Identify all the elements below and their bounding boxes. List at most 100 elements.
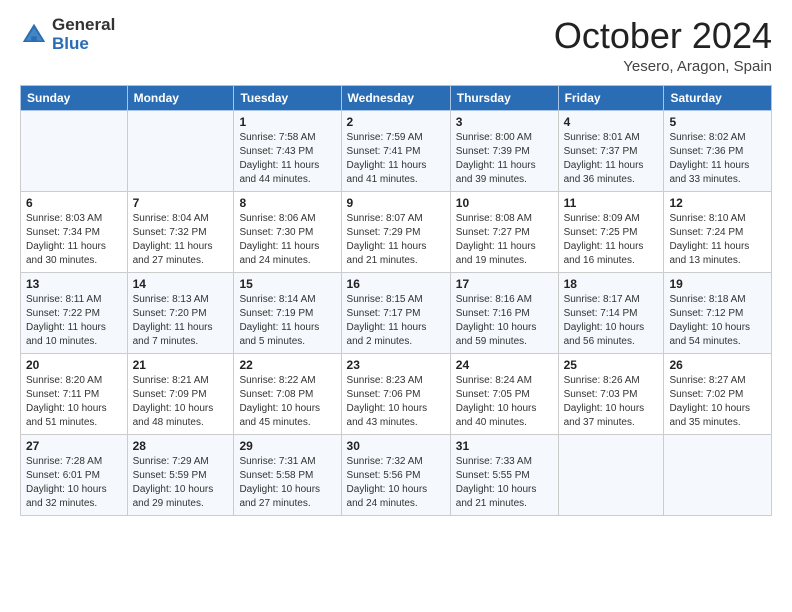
- calendar-cell: 21 Sunrise: 8:21 AM Sunset: 7:09 PM Dayli…: [127, 353, 234, 434]
- cell-day-number: 19: [669, 277, 766, 291]
- cell-day-number: 16: [347, 277, 445, 291]
- calendar-cell: 31 Sunrise: 7:33 AM Sunset: 5:55 PM Dayli…: [450, 434, 558, 515]
- cell-day-number: 14: [133, 277, 229, 291]
- calendar-cell: 28Sunrise: 7:29 AM Sunset: 5:59 PM Dayli…: [127, 434, 234, 515]
- calendar-cell: 30Sunrise: 7:32 AM Sunset: 5:56 PM Dayli…: [341, 434, 450, 515]
- calendar-cell: 29 Sunrise: 7:31 AM Sunset: 5:58 PM Dayli…: [234, 434, 341, 515]
- cell-day-number: 25: [564, 358, 659, 372]
- weekday-header-cell: Thursday: [450, 85, 558, 110]
- cell-day-number: 9: [347, 196, 445, 210]
- cell-info-text: Sunrise: 8:07 AM Sunset: 7:29 PM Dayligh…: [347, 212, 445, 268]
- cell-info-text: Sunrise: 8:09 AM Sunset: 7:25 PM Dayligh…: [564, 212, 659, 268]
- calendar-body: 1Sunrise: 7:58 AM Sunset: 7:43 PM Daylig…: [21, 110, 772, 515]
- cell-info-text: Sunrise: 7:28 AM Sunset: 6:01 PM Dayligh…: [26, 455, 122, 511]
- cell-info-text: Sunrise: 8:23 AM Sunset: 7:06 PM Dayligh…: [347, 374, 445, 430]
- cell-day-number: 17: [456, 277, 553, 291]
- calendar-cell: 12 Sunrise: 8:10 AM Sunset: 7:24 PM Dayli…: [664, 191, 772, 272]
- cell-day-number: 5: [669, 115, 766, 129]
- cell-day-number: 3: [456, 115, 553, 129]
- calendar-cell: 23 Sunrise: 8:23 AM Sunset: 7:06 PM Dayli…: [341, 353, 450, 434]
- cell-day-number: 4: [564, 115, 659, 129]
- calendar-cell: 15Sunrise: 8:14 AM Sunset: 7:19 PM Dayli…: [234, 272, 341, 353]
- calendar-cell: 2 Sunrise: 7:59 AM Sunset: 7:41 PM Daylig…: [341, 110, 450, 191]
- calendar-cell: 22 Sunrise: 8:22 AM Sunset: 7:08 PM Dayli…: [234, 353, 341, 434]
- logo-general-text: General: [52, 16, 115, 35]
- cell-day-number: 21: [133, 358, 229, 372]
- cell-info-text: Sunrise: 8:14 AM Sunset: 7:19 PM Dayligh…: [239, 293, 335, 349]
- cell-info-text: Sunrise: 7:33 AM Sunset: 5:55 PM Dayligh…: [456, 455, 553, 511]
- logo-text: General Blue: [52, 16, 115, 53]
- cell-info-text: Sunrise: 8:20 AM Sunset: 7:11 PM Dayligh…: [26, 374, 122, 430]
- cell-day-number: 29: [239, 439, 335, 453]
- calendar-cell: 24Sunrise: 8:24 AM Sunset: 7:05 PM Dayli…: [450, 353, 558, 434]
- cell-info-text: Sunrise: 8:22 AM Sunset: 7:08 PM Dayligh…: [239, 374, 335, 430]
- cell-info-text: Sunrise: 8:00 AM Sunset: 7:39 PM Dayligh…: [456, 131, 553, 187]
- location-title: Yesero, Aragon, Spain: [554, 58, 772, 75]
- cell-info-text: Sunrise: 8:06 AM Sunset: 7:30 PM Dayligh…: [239, 212, 335, 268]
- calendar-cell: 10Sunrise: 8:08 AM Sunset: 7:27 PM Dayli…: [450, 191, 558, 272]
- cell-info-text: Sunrise: 8:03 AM Sunset: 7:34 PM Dayligh…: [26, 212, 122, 268]
- calendar-cell: 11 Sunrise: 8:09 AM Sunset: 7:25 PM Dayli…: [558, 191, 664, 272]
- calendar-week-row: 6 Sunrise: 8:03 AM Sunset: 7:34 PM Daylig…: [21, 191, 772, 272]
- cell-day-number: 20: [26, 358, 122, 372]
- logo-icon: [20, 21, 48, 49]
- calendar-cell: 14Sunrise: 8:13 AM Sunset: 7:20 PM Dayli…: [127, 272, 234, 353]
- calendar-cell: [127, 110, 234, 191]
- cell-day-number: 18: [564, 277, 659, 291]
- calendar-cell: 20 Sunrise: 8:20 AM Sunset: 7:11 PM Dayli…: [21, 353, 128, 434]
- cell-info-text: Sunrise: 8:27 AM Sunset: 7:02 PM Dayligh…: [669, 374, 766, 430]
- title-block: October 2024 Yesero, Aragon, Spain: [554, 16, 772, 75]
- cell-info-text: Sunrise: 7:59 AM Sunset: 7:41 PM Dayligh…: [347, 131, 445, 187]
- weekday-header-cell: Sunday: [21, 85, 128, 110]
- cell-day-number: 7: [133, 196, 229, 210]
- calendar-cell: [558, 434, 664, 515]
- cell-info-text: Sunrise: 8:04 AM Sunset: 7:32 PM Dayligh…: [133, 212, 229, 268]
- cell-info-text: Sunrise: 8:02 AM Sunset: 7:36 PM Dayligh…: [669, 131, 766, 187]
- calendar-cell: 6 Sunrise: 8:03 AM Sunset: 7:34 PM Daylig…: [21, 191, 128, 272]
- calendar-cell: 16 Sunrise: 8:15 AM Sunset: 7:17 PM Dayli…: [341, 272, 450, 353]
- weekday-header-cell: Tuesday: [234, 85, 341, 110]
- cell-info-text: Sunrise: 8:15 AM Sunset: 7:17 PM Dayligh…: [347, 293, 445, 349]
- calendar-cell: 9 Sunrise: 8:07 AM Sunset: 7:29 PM Daylig…: [341, 191, 450, 272]
- cell-day-number: 10: [456, 196, 553, 210]
- cell-day-number: 27: [26, 439, 122, 453]
- cell-day-number: 8: [239, 196, 335, 210]
- cell-info-text: Sunrise: 8:26 AM Sunset: 7:03 PM Dayligh…: [564, 374, 659, 430]
- calendar-week-row: 13Sunrise: 8:11 AM Sunset: 7:22 PM Dayli…: [21, 272, 772, 353]
- cell-info-text: Sunrise: 8:21 AM Sunset: 7:09 PM Dayligh…: [133, 374, 229, 430]
- cell-day-number: 12: [669, 196, 766, 210]
- cell-day-number: 26: [669, 358, 766, 372]
- page: General Blue October 2024 Yesero, Aragon…: [0, 0, 792, 612]
- cell-info-text: Sunrise: 7:32 AM Sunset: 5:56 PM Dayligh…: [347, 455, 445, 511]
- weekday-header-cell: Wednesday: [341, 85, 450, 110]
- calendar-cell: 1Sunrise: 7:58 AM Sunset: 7:43 PM Daylig…: [234, 110, 341, 191]
- calendar-cell: 4 Sunrise: 8:01 AM Sunset: 7:37 PM Daylig…: [558, 110, 664, 191]
- calendar-cell: 8 Sunrise: 8:06 AM Sunset: 7:30 PM Daylig…: [234, 191, 341, 272]
- cell-day-number: 24: [456, 358, 553, 372]
- logo: General Blue: [20, 16, 115, 53]
- cell-info-text: Sunrise: 8:10 AM Sunset: 7:24 PM Dayligh…: [669, 212, 766, 268]
- weekday-header-cell: Friday: [558, 85, 664, 110]
- cell-info-text: Sunrise: 7:58 AM Sunset: 7:43 PM Dayligh…: [239, 131, 335, 187]
- calendar-week-row: 27 Sunrise: 7:28 AM Sunset: 6:01 PM Dayli…: [21, 434, 772, 515]
- cell-day-number: 2: [347, 115, 445, 129]
- calendar-cell: [21, 110, 128, 191]
- cell-info-text: Sunrise: 8:01 AM Sunset: 7:37 PM Dayligh…: [564, 131, 659, 187]
- cell-day-number: 31: [456, 439, 553, 453]
- calendar-cell: [664, 434, 772, 515]
- cell-info-text: Sunrise: 7:29 AM Sunset: 5:59 PM Dayligh…: [133, 455, 229, 511]
- cell-info-text: Sunrise: 8:17 AM Sunset: 7:14 PM Dayligh…: [564, 293, 659, 349]
- calendar-table: SundayMondayTuesdayWednesdayThursdayFrid…: [20, 85, 772, 516]
- cell-day-number: 23: [347, 358, 445, 372]
- calendar-cell: 25 Sunrise: 8:26 AM Sunset: 7:03 PM Dayli…: [558, 353, 664, 434]
- cell-info-text: Sunrise: 7:31 AM Sunset: 5:58 PM Dayligh…: [239, 455, 335, 511]
- header: General Blue October 2024 Yesero, Aragon…: [20, 16, 772, 75]
- month-title: October 2024: [554, 16, 772, 56]
- calendar-cell: 18 Sunrise: 8:17 AM Sunset: 7:14 PM Dayli…: [558, 272, 664, 353]
- cell-info-text: Sunrise: 8:16 AM Sunset: 7:16 PM Dayligh…: [456, 293, 553, 349]
- cell-info-text: Sunrise: 8:18 AM Sunset: 7:12 PM Dayligh…: [669, 293, 766, 349]
- cell-day-number: 6: [26, 196, 122, 210]
- calendar-week-row: 1Sunrise: 7:58 AM Sunset: 7:43 PM Daylig…: [21, 110, 772, 191]
- cell-day-number: 22: [239, 358, 335, 372]
- cell-day-number: 11: [564, 196, 659, 210]
